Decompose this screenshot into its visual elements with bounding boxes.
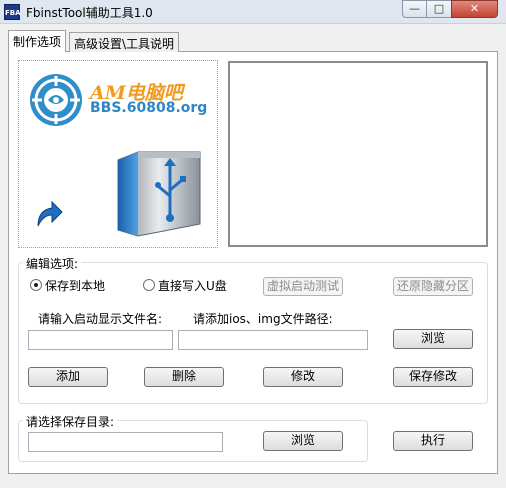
execute-button[interactable]: 执行: [393, 431, 473, 451]
shortcut-arrow-icon: [30, 196, 66, 232]
target-logo-icon: [30, 74, 82, 126]
write-usb-radio[interactable]: [143, 279, 155, 291]
restore-hidden-partition-button[interactable]: 还原隐藏分区: [393, 277, 473, 296]
usb-drive-icon: [108, 146, 206, 242]
brand-site: BBS.60808.org: [90, 100, 208, 116]
save-directory-input[interactable]: [28, 432, 223, 452]
tab-make-options[interactable]: 制作选项: [8, 30, 67, 52]
virtual-boot-test-button[interactable]: 虚拟启动测试: [263, 277, 343, 296]
menu-name-input[interactable]: [28, 330, 173, 350]
close-button[interactable]: ✕: [451, 0, 498, 18]
image-path-label: 请添加ios、img文件路径:: [193, 312, 333, 326]
save-directory-title: 请选择保存目录:: [23, 413, 118, 430]
image-path-input[interactable]: [178, 330, 368, 350]
modify-button[interactable]: 修改: [263, 367, 343, 387]
edit-options-title: 编辑选项:: [23, 255, 82, 272]
maximize-button[interactable]: □: [426, 0, 452, 18]
minimize-button[interactable]: —: [402, 0, 427, 18]
save-local-label[interactable]: 保存到本地: [45, 277, 105, 294]
browse-directory-button[interactable]: 浏览: [263, 431, 343, 451]
app-icon: FBA: [4, 4, 21, 20]
menu-name-label: 请输入启动显示文件名:: [38, 312, 163, 326]
save-local-radio[interactable]: [30, 279, 42, 291]
browse-image-button[interactable]: 浏览: [393, 329, 473, 349]
delete-button[interactable]: 删除: [144, 367, 224, 387]
write-usb-label[interactable]: 直接写入U盘: [158, 277, 227, 294]
save-changes-button[interactable]: 保存修改: [393, 367, 473, 387]
preview-box[interactable]: [228, 61, 488, 247]
tab-advanced-settings[interactable]: 高级设置\工具说明: [69, 32, 180, 52]
window-title: FbinstTool辅助工具1.0: [26, 6, 153, 20]
add-button[interactable]: 添加: [28, 367, 108, 387]
